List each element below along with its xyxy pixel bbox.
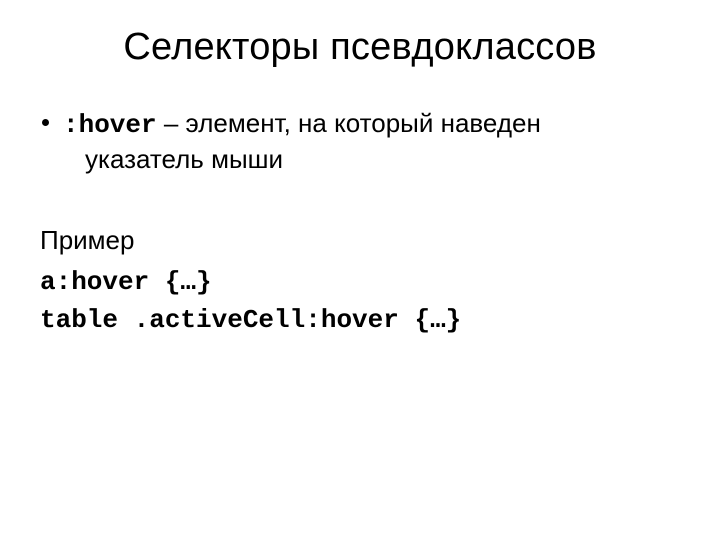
bullet-dot-icon — [42, 119, 49, 126]
bullet-desc-line2: указатель мыши — [63, 144, 283, 174]
bullet-item: :hover – элемент, на который наведен ука… — [42, 107, 680, 177]
bullet-desc-line1: – элемент, на который наведен — [157, 108, 541, 138]
slide-title: Селекторы псевдоклассов — [40, 26, 680, 69]
bullet-code: :hover — [63, 110, 157, 140]
example-label: Пример — [40, 225, 680, 256]
bullet-text: :hover – элемент, на который наведен ука… — [63, 107, 680, 177]
code-line-1: a:hover {…} — [40, 264, 680, 300]
code-line-2: table .activeCell:hover {…} — [40, 302, 680, 338]
